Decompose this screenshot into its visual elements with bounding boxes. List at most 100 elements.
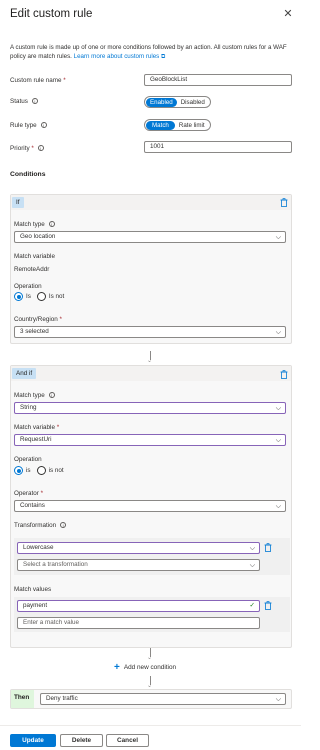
- transformation-label: Transformation i: [14, 522, 67, 529]
- match-type-value: Geo location: [20, 233, 56, 240]
- match-value-input[interactable]: payment ✓: [17, 600, 260, 612]
- status-label: Status i: [10, 98, 38, 105]
- chevron-down-icon: ⌵: [275, 503, 281, 510]
- flow-arrow-head: ⌄: [147, 683, 153, 689]
- add-condition-label: Add new condition: [123, 664, 177, 671]
- radio-unselected: [36, 292, 46, 301]
- trash-icon[interactable]: [280, 198, 288, 207]
- operator-label: Operator *: [14, 490, 44, 497]
- priority-label: Priority * i: [10, 145, 44, 152]
- rule-type-toggle[interactable]: Match Rate limit: [144, 119, 211, 131]
- operation-radio-group: Is Is not: [14, 292, 70, 301]
- chevron-down-icon: ⌵: [275, 405, 281, 412]
- radio-selected: [14, 466, 23, 475]
- footer-divider: [0, 725, 301, 726]
- add-condition-button[interactable]: + Add new condition: [114, 663, 177, 673]
- country-value: 3 selected: [20, 328, 49, 335]
- priority-input[interactable]: 1001: [144, 141, 292, 153]
- action-select[interactable]: Deny traffic ⌵: [40, 693, 286, 705]
- match-variable-value: RemoteAddr: [14, 266, 50, 273]
- country-select[interactable]: 3 selected ⌵: [14, 326, 286, 338]
- operation-is-not-radio[interactable]: is not: [36, 466, 64, 475]
- match-variable-value: RequestUri: [20, 436, 52, 443]
- match-variable-label-text: Match variable: [14, 424, 55, 431]
- transformation-new-select[interactable]: Select a transformation ⌵: [17, 559, 260, 571]
- match-type-select[interactable]: Geo location ⌵: [14, 231, 286, 243]
- transformation-placeholder: Select a transformation: [23, 561, 88, 568]
- transformation-value: Lowercase: [23, 544, 54, 551]
- match-variable-label: Match variable *: [14, 424, 60, 431]
- chevron-down-icon: ⌵: [275, 437, 281, 444]
- trash-icon[interactable]: [264, 543, 272, 552]
- operator-label-text: Operator: [14, 490, 39, 497]
- learn-more-link[interactable]: Learn more about custom rules: [74, 53, 160, 60]
- radio-unselected: [36, 466, 46, 475]
- match-value-text: payment: [23, 602, 48, 609]
- operation-label: Operation: [14, 283, 42, 290]
- rule-type-rate-limit-option[interactable]: Rate limit: [175, 121, 209, 130]
- radio-selected: [14, 292, 23, 301]
- match-type-value: String: [20, 404, 37, 411]
- rule-type-match-option[interactable]: Match: [146, 120, 175, 130]
- chevron-down-icon: ⌵: [275, 696, 281, 703]
- info-icon[interactable]: i: [40, 122, 47, 129]
- country-label-text: Country/Region: [14, 316, 58, 323]
- chevron-down-icon: ⌵: [275, 234, 281, 241]
- match-type-label: Match type i: [14, 392, 55, 399]
- status-enabled-option[interactable]: Enabled: [146, 97, 177, 107]
- info-icon[interactable]: i: [60, 522, 67, 529]
- info-icon[interactable]: i: [48, 221, 55, 228]
- status-toggle[interactable]: Enabled Disabled: [144, 96, 211, 108]
- info-icon[interactable]: i: [37, 145, 44, 152]
- flow-arrow-head: ⌄: [147, 655, 153, 661]
- info-icon[interactable]: i: [48, 392, 55, 399]
- rule-type-label: Rule type i: [10, 122, 47, 129]
- operation-is-not-label: Is not: [48, 293, 65, 300]
- status-label-text: Status: [10, 98, 28, 105]
- delete-button[interactable]: Delete: [60, 734, 103, 747]
- chevron-down-icon: ⌵: [249, 562, 255, 569]
- country-label: Country/Region *: [14, 316, 62, 323]
- info-icon[interactable]: i: [31, 98, 38, 105]
- match-type-label-text: Match type: [14, 392, 45, 399]
- rule-type-label-text: Rule type: [10, 122, 37, 129]
- cancel-button[interactable]: Cancel: [106, 734, 149, 747]
- operation-is-label: Is: [26, 293, 31, 300]
- priority-label-text: Priority: [10, 145, 30, 152]
- operation-is-radio[interactable]: is: [14, 466, 31, 475]
- chevron-down-icon: ⌵: [249, 545, 255, 552]
- rule-name-label: Custom rule name *: [10, 77, 66, 84]
- close-icon[interactable]: ✕: [283, 9, 293, 20]
- condition-header: [11, 195, 291, 210]
- operator-select[interactable]: Contains ⌵: [14, 500, 286, 512]
- match-value-new-input[interactable]: Enter a match value: [17, 617, 260, 629]
- match-type-label-text: Match type: [14, 221, 45, 228]
- flow-arrow-head: ⌄: [147, 358, 153, 364]
- trash-icon[interactable]: [280, 370, 288, 379]
- operator-value: Contains: [20, 502, 45, 509]
- operation-is-label: is: [26, 467, 31, 474]
- trash-icon[interactable]: [264, 601, 272, 610]
- update-button[interactable]: Update: [10, 734, 56, 747]
- condition-header: [11, 366, 291, 381]
- operation-is-radio[interactable]: Is: [14, 292, 31, 301]
- check-icon: ✓: [249, 602, 255, 609]
- operation-label: Operation: [14, 456, 42, 463]
- match-variable-label: Match variable: [14, 253, 55, 260]
- operation-is-not-label: is not: [48, 467, 64, 474]
- panel-title: Edit custom rule: [10, 8, 93, 20]
- condition-tag-and-if: And if: [12, 368, 37, 379]
- rule-name-input[interactable]: GeoBlockList: [144, 74, 292, 86]
- conditions-heading: Conditions: [10, 171, 46, 178]
- operation-is-not-radio[interactable]: Is not: [36, 292, 65, 301]
- condition-tag-if: If: [12, 197, 24, 208]
- match-type-select[interactable]: String ⌵: [14, 402, 286, 414]
- match-values-label: Match values: [14, 586, 52, 593]
- status-disabled-option[interactable]: Disabled: [177, 98, 209, 107]
- operation-radio-group: is is not: [14, 466, 70, 475]
- match-variable-select[interactable]: RequestUri ⌵: [14, 434, 286, 446]
- transformation-select[interactable]: Lowercase ⌵: [17, 542, 260, 554]
- chevron-down-icon: ⌵: [275, 329, 281, 336]
- transformation-label-text: Transformation: [14, 522, 57, 529]
- rule-name-label-text: Custom rule name: [10, 77, 62, 84]
